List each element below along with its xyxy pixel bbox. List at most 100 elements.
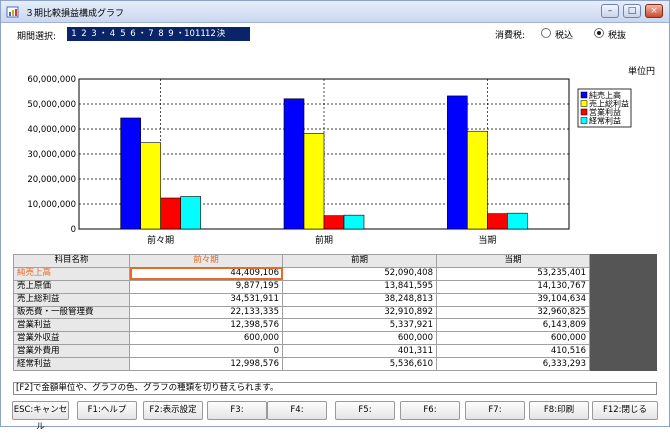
period-item[interactable]: 9: [166, 27, 176, 41]
period-item[interactable]: 決: [215, 27, 227, 41]
y-tick-label: 40,000,000: [27, 125, 76, 135]
y-tick-label: 60,000,000: [27, 75, 76, 85]
period-item[interactable]: 3: [89, 27, 99, 41]
amount-cell[interactable]: 6,143,809: [436, 318, 590, 333]
f1-help-button[interactable]: F1:ヘルプ: [77, 401, 137, 420]
amount-cell[interactable]: 600,000: [436, 331, 590, 346]
window-title: ３期比較損益構成グラフ: [25, 9, 125, 19]
empty-cell: [589, 318, 657, 333]
bar-2: [140, 142, 161, 230]
f7-button[interactable]: F7:: [465, 401, 525, 420]
account-name-cell: 経常利益: [13, 357, 130, 372]
column-header: 当期: [436, 254, 590, 268]
amount-cell[interactable]: 600,000: [282, 331, 437, 346]
period-item[interactable]: 10: [184, 27, 195, 41]
amount-cell[interactable]: 5,536,610: [282, 357, 437, 372]
tax-included-radio[interactable]: [541, 28, 551, 38]
tax-included-label[interactable]: 税込: [555, 28, 573, 41]
bar-1: [283, 98, 305, 230]
app-icon: [6, 6, 19, 18]
f6-button[interactable]: F6:: [400, 401, 460, 420]
y-tick-label: 50,000,000: [27, 100, 76, 110]
tax-excluded-radio[interactable]: [594, 28, 604, 38]
amount-cell[interactable]: 12,998,576: [129, 357, 283, 372]
x-tick-label: 当期: [478, 234, 496, 246]
f8-print-button[interactable]: F8:印刷: [529, 401, 589, 420]
f4-button[interactable]: F4:: [267, 401, 327, 420]
period-item[interactable]: 11: [195, 27, 206, 41]
y-tick-label: 10,000,000: [27, 200, 76, 210]
legend-swatch: [580, 91, 588, 99]
empty-cell: [589, 344, 657, 359]
column-header: 科目名称: [13, 254, 130, 268]
period-item[interactable]: 6: [128, 27, 138, 41]
amount-cell[interactable]: 600,000: [129, 331, 283, 346]
column-header: 前期: [282, 254, 437, 268]
amount-cell[interactable]: 6,333,293: [436, 357, 590, 372]
empty-cell: [589, 305, 657, 320]
table-row[interactable]: 売上原価 9,877,195 13,841,595 14,130,767: [13, 279, 657, 294]
amount-cell[interactable]: 22,133,335: [129, 305, 283, 320]
bar-4: [507, 212, 528, 230]
title-bar: ３期比較損益構成グラフ – □ ×: [1, 1, 669, 23]
minimize-button[interactable]: –: [601, 4, 619, 18]
empty-cell: [589, 254, 657, 268]
amount-cell[interactable]: 52,090,408: [282, 266, 437, 281]
amount-cell[interactable]: 5,337,921: [282, 318, 437, 333]
amount-cell[interactable]: 401,311: [282, 344, 437, 359]
amount-cell[interactable]: 14,130,767: [436, 279, 590, 294]
bar-1: [120, 117, 141, 230]
amount-cell[interactable]: 13,841,595: [282, 279, 437, 294]
account-name-cell: 売上総利益: [13, 292, 130, 307]
amount-cell[interactable]: 38,248,813: [282, 292, 437, 307]
amount-cell[interactable]: 44,409,106: [129, 266, 283, 281]
esc-cancel-button[interactable]: ESC:キャンセル: [12, 401, 69, 432]
amount-cell[interactable]: 0: [129, 344, 283, 359]
f2-display-settings-button[interactable]: F2:表示設定: [143, 401, 203, 420]
bar-4: [343, 214, 365, 230]
table-row[interactable]: 経常利益 12,998,576 5,536,610 6,333,293: [13, 357, 657, 372]
period-item[interactable]: 4: [107, 27, 118, 41]
amount-cell[interactable]: 34,531,911: [129, 292, 283, 307]
amount-cell[interactable]: 32,910,892: [282, 305, 437, 320]
bar-3: [323, 215, 345, 230]
f12-close-button[interactable]: F12:閉じる: [592, 401, 658, 420]
legend-label: 売上総利益: [589, 99, 629, 109]
amount-cell[interactable]: 32,960,825: [436, 305, 590, 320]
table-row[interactable]: 純売上高 44,409,106 52,090,408 53,235,401: [13, 266, 657, 281]
period-item[interactable]: 7: [146, 27, 156, 41]
period-selector[interactable]: 1 2 3 ・ 4 5 6 ・ 7 8 9 ・101112決: [67, 27, 250, 41]
legend-swatch: [580, 108, 588, 116]
amount-cell[interactable]: 12,398,576: [129, 318, 283, 333]
table-row[interactable]: 売上総利益 34,531,911 38,248,813 39,104,634: [13, 292, 657, 307]
f3-button[interactable]: F3:: [207, 401, 267, 420]
period-item[interactable]: ・: [176, 27, 185, 41]
period-item[interactable]: 1: [69, 27, 79, 41]
tax-excluded-label[interactable]: 税抜: [608, 28, 626, 41]
amount-cell[interactable]: 53,235,401: [436, 266, 590, 281]
f5-button[interactable]: F5:: [335, 401, 395, 420]
amount-cell[interactable]: 410,516: [436, 344, 590, 359]
bar-2: [303, 133, 325, 230]
table-row[interactable]: 営業外費用 0 401,311 410,516: [13, 344, 657, 359]
close-button[interactable]: ×: [645, 4, 663, 18]
y-tick-label: 20,000,000: [27, 175, 76, 185]
amount-cell[interactable]: 9,877,195: [129, 279, 283, 294]
period-item[interactable]: 12: [205, 27, 216, 41]
table-row[interactable]: 営業外収益 600,000 600,000 600,000: [13, 331, 657, 346]
period-item[interactable]: 2: [79, 27, 89, 41]
bar-4: [180, 196, 201, 230]
period-item[interactable]: 5: [118, 27, 128, 41]
amount-cell[interactable]: 39,104,634: [436, 292, 590, 307]
maximize-button[interactable]: □: [623, 4, 641, 18]
bar-1: [447, 95, 468, 230]
period-item[interactable]: 8: [156, 27, 166, 41]
period-item[interactable]: ・: [138, 27, 147, 41]
table-row[interactable]: 営業利益 12,398,576 5,337,921 6,143,809: [13, 318, 657, 333]
empty-cell: [589, 331, 657, 346]
app-window: ３期比較損益構成グラフ – □ × 期間選択: 1 2 3 ・ 4 5 6 ・ 7 8 9 ・1011…: [0, 0, 670, 432]
bar-3: [160, 197, 181, 230]
table-row[interactable]: 販売費・一般管理費 22,133,335 32,910,892 32,960,825: [13, 305, 657, 320]
period-item[interactable]: ・: [99, 27, 108, 41]
legend-label: 純売上高: [589, 90, 621, 100]
